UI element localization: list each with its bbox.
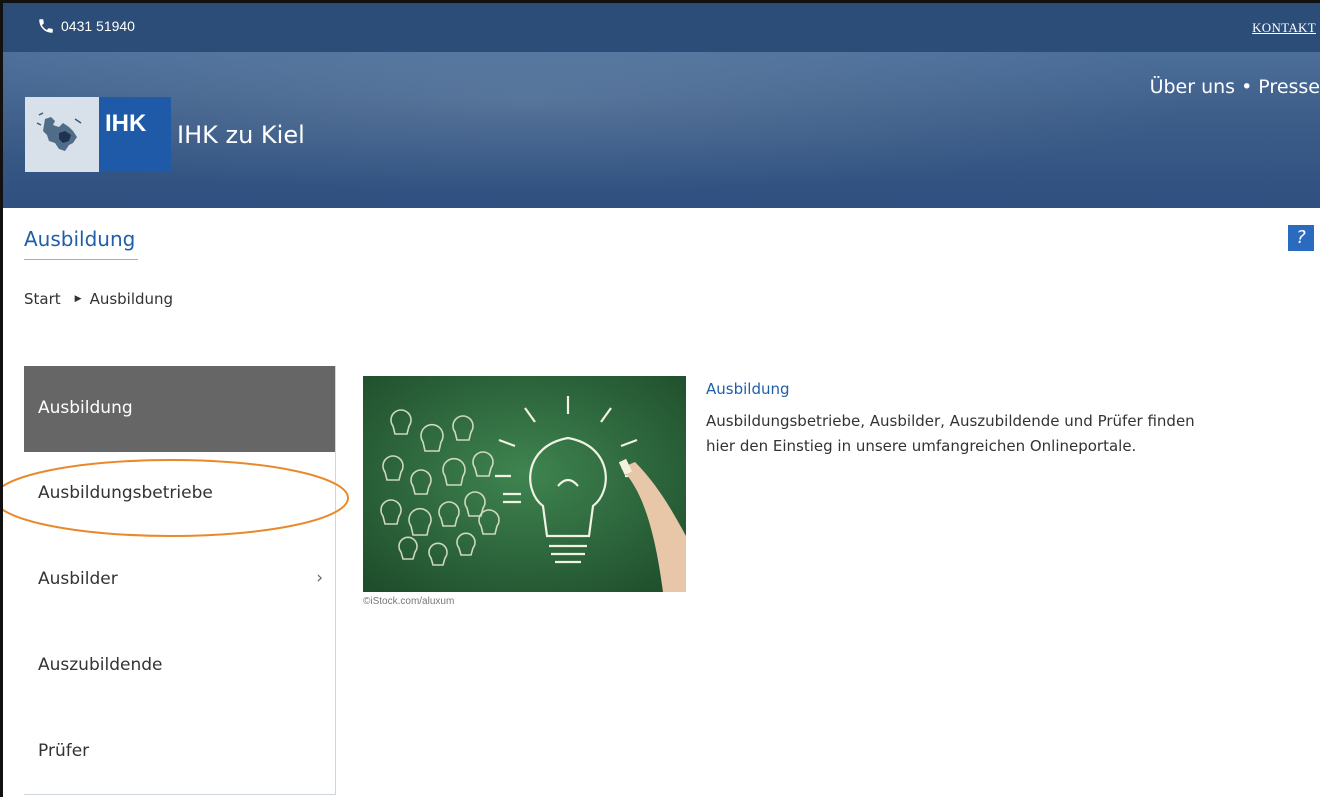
nav-link-presse[interactable]: Presse bbox=[1258, 76, 1320, 98]
sidebar-item-label: Ausbildung bbox=[38, 398, 133, 418]
map-logo[interactable] bbox=[25, 97, 99, 172]
image-caption: ©iStock.com/aluxum bbox=[363, 596, 455, 607]
sidebar-item-label: Ausbildungsbetriebe bbox=[38, 483, 213, 503]
nav-separator: • bbox=[1241, 76, 1253, 98]
ihk-logo-text: IHK bbox=[105, 110, 147, 137]
top-bar: 0431 51940 KONTAKT bbox=[3, 3, 1320, 52]
title-underline bbox=[24, 259, 138, 260]
help-button[interactable]: ? bbox=[1288, 225, 1314, 251]
chevron-right-icon: › bbox=[316, 568, 323, 588]
screenshot-frame-top bbox=[0, 0, 1320, 3]
phone-contact[interactable]: 0431 51940 bbox=[37, 17, 135, 35]
sidebar-item-pruefer[interactable]: Prüfer bbox=[24, 710, 335, 796]
screenshot-frame-left bbox=[0, 0, 3, 797]
kontakt-link[interactable]: KONTAKT bbox=[1252, 20, 1316, 36]
sidebar-item-label: Prüfer bbox=[38, 741, 90, 761]
nav-link-ueber-uns[interactable]: Über uns bbox=[1150, 76, 1236, 98]
teaser-image[interactable] bbox=[363, 376, 686, 592]
ihk-logo[interactable]: IHK bbox=[99, 97, 171, 172]
header-nav: Über uns • Presse bbox=[1150, 76, 1320, 98]
breadcrumb: Start ▶ Ausbildung bbox=[24, 290, 173, 308]
header-banner: Über uns • Presse IHK IHK zu Kiel bbox=[3, 52, 1320, 208]
teaser-description: Ausbildungsbetriebe, Ausbilder, Auszubil… bbox=[706, 412, 1195, 455]
org-name[interactable]: IHK zu Kiel bbox=[177, 121, 305, 149]
sidebar-item-ausbildungsbetriebe[interactable]: Ausbildungsbetriebe bbox=[24, 452, 335, 538]
breadcrumb-ausbildung[interactable]: Ausbildung bbox=[90, 290, 174, 308]
triangle-right-icon: ▶ bbox=[74, 294, 82, 304]
lightbulbs-chalkboard-illustration bbox=[363, 376, 686, 592]
sidebar-item-label: Ausbilder bbox=[38, 569, 118, 589]
page-title: Ausbildung bbox=[24, 227, 136, 251]
phone-icon bbox=[39, 19, 53, 33]
sidebar-item-label: Auszubildende bbox=[38, 655, 163, 675]
sidebar-item-ausbilder[interactable]: Ausbilder › bbox=[24, 538, 335, 624]
sidebar-item-ausbildung[interactable]: Ausbildung bbox=[24, 366, 335, 452]
teaser-title[interactable]: Ausbildung bbox=[706, 380, 790, 398]
breadcrumb-start[interactable]: Start bbox=[24, 290, 61, 308]
sidebar-item-auszubildende[interactable]: Auszubildende bbox=[24, 624, 335, 710]
phone-number: 0431 51940 bbox=[61, 18, 135, 34]
side-navigation: Ausbildung Ausbildungsbetriebe Ausbilder… bbox=[24, 366, 336, 795]
schleswig-holstein-map-icon bbox=[36, 112, 82, 151]
